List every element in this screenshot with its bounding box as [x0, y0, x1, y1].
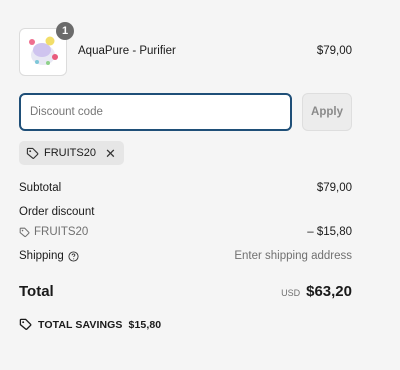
shipping-label: Shipping: [19, 250, 64, 262]
discount-code-label: FRUITS20: [34, 226, 89, 238]
total-label: Total: [19, 283, 54, 300]
quantity-badge: 1: [56, 22, 74, 40]
shipping-row: Shipping Enter shipping address: [19, 250, 352, 262]
discount-value: – $15,80: [307, 226, 352, 238]
applied-code-label: FRUITS20: [44, 147, 96, 159]
order-discount-label: Order discount: [19, 206, 95, 218]
discount-code-input[interactable]: [19, 93, 292, 131]
shipping-value: Enter shipping address: [234, 250, 352, 262]
product-price: $79,00: [316, 45, 352, 57]
savings-value: $15,80: [128, 318, 162, 331]
savings-label: TOTAL SAVINGS: [38, 318, 123, 331]
subtotal-value: $79,00: [316, 182, 352, 194]
savings-tag-icon: [19, 318, 32, 330]
tag-icon: [26, 147, 39, 159]
tag-icon: [19, 227, 30, 237]
apply-button[interactable]: Apply: [302, 93, 352, 131]
remove-discount-icon[interactable]: ✕: [105, 147, 116, 160]
product-name: AquaPure - Purifier: [78, 45, 176, 57]
applied-discount-chip: FRUITS20 ✕: [19, 141, 124, 165]
product-row: 1 AquaPure - Purifier $79,00: [19, 22, 352, 76]
product-thumbnail: 1: [19, 22, 74, 76]
currency-code: USD: [281, 288, 301, 298]
total-savings: TOTAL SAVINGS $15,80: [19, 318, 161, 331]
subtotal-row: Subtotal $79,00: [19, 182, 352, 194]
order-discount-row: Order discount: [19, 206, 352, 218]
discount-code-row: FRUITS20 – $15,80: [19, 226, 352, 238]
total-amount: $63,20: [306, 283, 352, 300]
subtotal-label: Subtotal: [19, 182, 62, 194]
total-amount-group: USD $63,20: [281, 283, 352, 300]
help-icon[interactable]: [68, 250, 79, 262]
